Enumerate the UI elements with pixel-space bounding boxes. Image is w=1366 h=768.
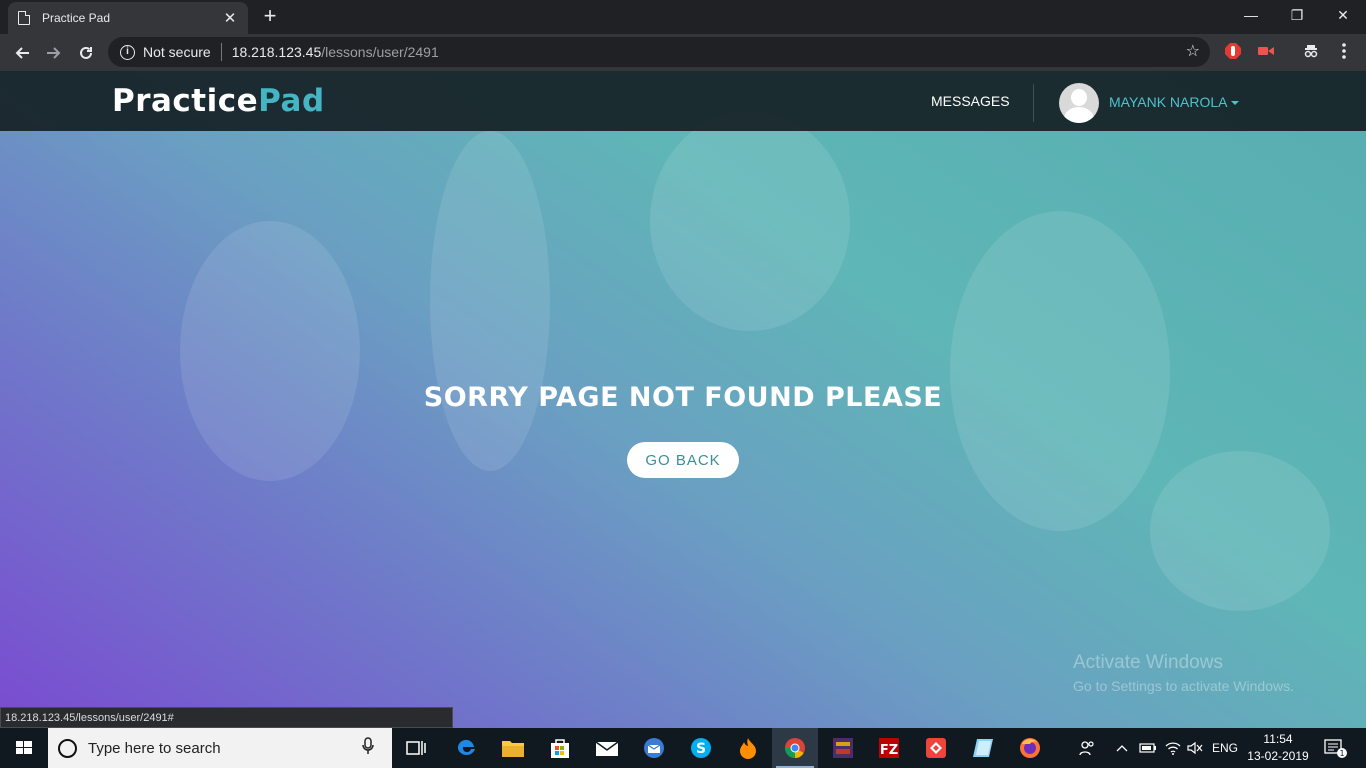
forward-arrow-icon	[47, 47, 61, 59]
language-indicator[interactable]: ENG	[1212, 728, 1238, 768]
address-bar[interactable]: i Not secure 18.218.123.45/lessons/user/…	[108, 37, 1210, 67]
video-extension-icon[interactable]	[1256, 42, 1276, 62]
svg-text:FZ: FZ	[880, 743, 898, 758]
url-host: 18.218.123.45	[231, 44, 322, 60]
reload-button[interactable]	[72, 39, 100, 67]
windows-logo-icon	[16, 741, 32, 754]
security-label[interactable]: Not secure	[143, 44, 211, 60]
people-icon[interactable]	[1078, 728, 1096, 768]
cortana-icon	[58, 738, 77, 758]
activate-windows-watermark: Activate Windows Go to Settings to activ…	[1073, 652, 1294, 694]
skype-icon[interactable]: S	[678, 728, 724, 768]
user-name: MAYANK NAROLA	[1109, 94, 1228, 110]
header-divider	[1033, 84, 1034, 122]
background-crowd-shape	[430, 131, 550, 471]
info-icon[interactable]: i	[120, 44, 135, 60]
chrome-icon[interactable]	[772, 728, 818, 768]
tab-close-icon[interactable]: ✕	[222, 9, 238, 27]
clock-time: 11:54	[1263, 732, 1293, 746]
logo-pad: Pad	[258, 83, 325, 119]
maximize-button[interactable]: ❐	[1274, 0, 1320, 30]
system-clock[interactable]: 11:54 13-02-2019	[1247, 731, 1309, 765]
page-content: PracticePad MESSAGES MAYANK NAROLA SORRY…	[0, 71, 1366, 728]
incognito-extension-icon[interactable]	[1302, 42, 1322, 62]
close-window-button[interactable]: ✕	[1320, 0, 1366, 30]
site-header: PracticePad MESSAGES MAYANK NAROLA	[0, 71, 1366, 131]
menu-kebab-icon[interactable]	[1336, 42, 1356, 62]
avatar[interactable]	[1059, 83, 1099, 123]
chevron-down-icon	[1230, 101, 1239, 106]
adblock-extension-icon[interactable]	[1224, 42, 1244, 62]
show-hidden-icons-chevron-icon[interactable]	[1116, 728, 1128, 768]
microphone-icon[interactable]	[358, 736, 378, 760]
url-path: /lessons/user/2491	[321, 44, 439, 60]
file-explorer-icon[interactable]	[490, 728, 536, 768]
edge-browser-icon[interactable]	[443, 728, 489, 768]
site-logo[interactable]: PracticePad	[112, 83, 325, 119]
browser-toolbar: i Not secure 18.218.123.45/lessons/user/…	[0, 34, 1366, 71]
thunderbird-icon[interactable]	[631, 728, 677, 768]
action-center-icon[interactable]: 1	[1322, 728, 1348, 768]
browser-tab[interactable]: Practice Pad ✕	[8, 2, 248, 34]
go-back-button[interactable]: GO BACK	[627, 442, 739, 478]
watermark-title: Activate Windows	[1073, 652, 1223, 673]
taskbar-search-box[interactable]: Type here to search	[48, 728, 392, 768]
flame-app-icon[interactable]	[725, 728, 771, 768]
windows-taskbar: Type here to search S FZ ENG 11:54 13-02…	[0, 728, 1366, 768]
avatar-head	[1071, 89, 1087, 106]
error-message: SORRY PAGE NOT FOUND PLEASE	[423, 382, 943, 413]
forward-button[interactable]	[40, 39, 68, 67]
watermark-subtitle: Go to Settings to activate Windows.	[1073, 678, 1294, 694]
status-bar-url: 18.218.123.45/lessons/user/2491#	[0, 707, 453, 728]
tab-title: Practice Pad	[42, 11, 111, 25]
clock-date: 13-02-2019	[1247, 749, 1309, 763]
wifi-icon[interactable]	[1164, 728, 1182, 768]
anydesk-icon[interactable]	[913, 728, 959, 768]
start-button[interactable]	[0, 728, 48, 768]
mail-icon[interactable]	[584, 728, 630, 768]
background-crowd-shape	[650, 111, 850, 331]
reload-icon	[80, 46, 92, 59]
new-tab-button[interactable]: +	[258, 5, 282, 29]
bookmark-star-icon[interactable]: ☆	[1186, 41, 1200, 61]
volume-muted-icon[interactable]	[1186, 728, 1204, 768]
back-arrow-icon	[15, 47, 29, 59]
search-placeholder: Type here to search	[88, 739, 221, 757]
back-button[interactable]	[8, 39, 36, 67]
background-crowd-shape	[1150, 451, 1330, 611]
avatar-shoulders	[1064, 107, 1094, 123]
nav-messages-link[interactable]: MESSAGES	[931, 93, 1010, 109]
notification-count: 1	[1339, 749, 1344, 758]
browser-tab-strip: Practice Pad ✕ + — ❐ ✕	[0, 0, 1366, 34]
background-crowd-shape	[950, 211, 1170, 531]
user-menu-dropdown[interactable]: MAYANK NAROLA	[1109, 94, 1239, 110]
minimize-button[interactable]: —	[1228, 0, 1274, 30]
store-icon[interactable]	[537, 728, 583, 768]
firefox-icon[interactable]	[1007, 728, 1053, 768]
address-divider	[220, 43, 222, 61]
filezilla-icon[interactable]: FZ	[866, 728, 912, 768]
battery-icon[interactable]	[1138, 728, 1158, 768]
page-icon	[18, 11, 30, 25]
game-app-icon[interactable]	[820, 728, 866, 768]
logo-practice: Practice	[112, 83, 259, 119]
task-view-icon[interactable]	[393, 728, 439, 768]
svg-text:S: S	[696, 741, 706, 757]
background-crowd-shape	[180, 221, 360, 481]
notes-app-icon[interactable]	[960, 728, 1006, 768]
